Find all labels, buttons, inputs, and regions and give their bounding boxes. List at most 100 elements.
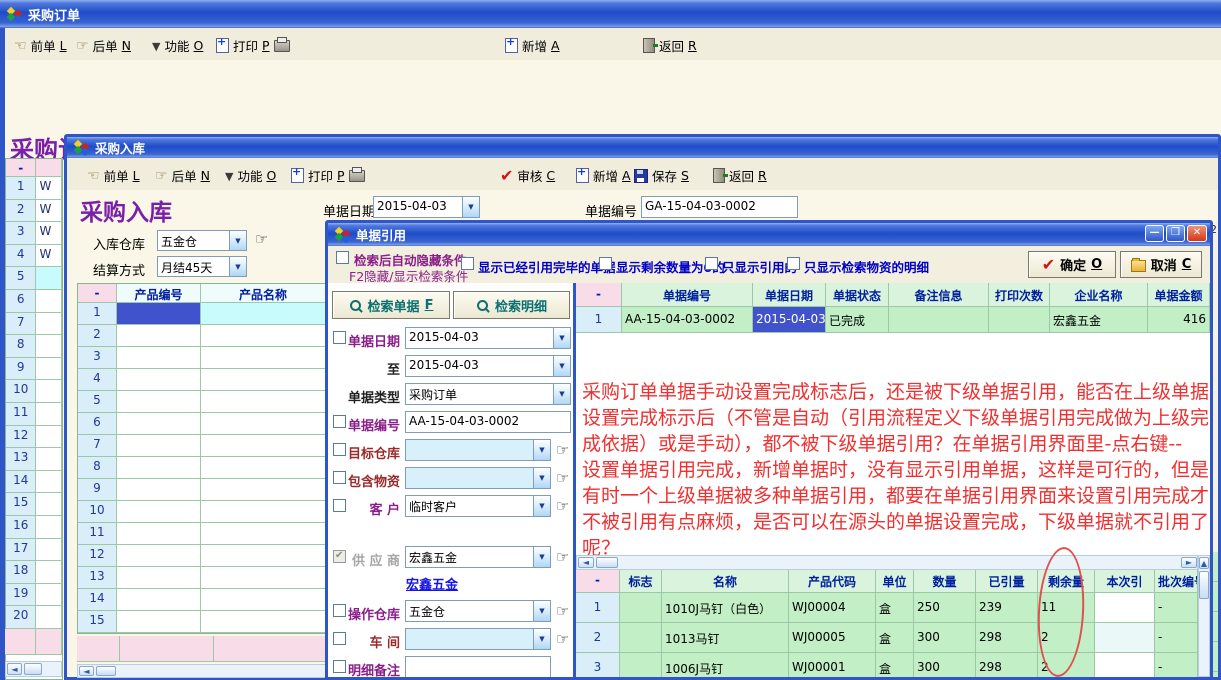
cell[interactable]: - xyxy=(1155,653,1198,677)
point-hand-icon[interactable] xyxy=(255,230,268,248)
scroll-left-button[interactable]: ◄ xyxy=(79,666,94,676)
cell[interactable] xyxy=(36,539,62,562)
prev-doc-button[interactable]: 前单L xyxy=(14,36,67,55)
row-number-cell[interactable]: 15 xyxy=(78,611,117,633)
cell[interactable] xyxy=(36,290,62,313)
row-number-cell[interactable]: 14 xyxy=(6,471,36,494)
scroll-left-button[interactable]: ◄ xyxy=(578,557,594,568)
cell[interactable]: 盒 xyxy=(876,593,914,623)
row-number-cell[interactable]: 3 xyxy=(6,222,36,245)
cell[interactable]: 盒 xyxy=(876,653,914,677)
scroll-left-button[interactable]: ◄ xyxy=(7,663,22,675)
add-button[interactable]: 新增A xyxy=(505,36,560,55)
cell[interactable] xyxy=(201,567,326,589)
filter-select[interactable] xyxy=(405,467,551,489)
si-doc-date-select[interactable]: 2015-04-03 xyxy=(373,196,480,218)
filter-checkbox-5[interactable] xyxy=(333,443,346,456)
po-grid-hscrollbar[interactable]: ◄ xyxy=(5,661,62,677)
cell[interactable] xyxy=(117,479,201,501)
cell[interactable] xyxy=(36,516,62,539)
cell[interactable] xyxy=(36,561,62,584)
row-number-cell[interactable]: 1 xyxy=(78,303,117,325)
si-grid-hscrollbar[interactable]: ◄ xyxy=(77,664,327,678)
row-number-cell[interactable]: 9 xyxy=(78,479,117,501)
cell[interactable]: W xyxy=(36,200,62,223)
scroll-thumb[interactable] xyxy=(24,663,42,675)
row-number-cell[interactable]: 1 xyxy=(6,177,36,200)
cell[interactable]: 239 xyxy=(976,593,1038,623)
cell[interactable] xyxy=(620,593,662,623)
scroll-right-button[interactable]: ► xyxy=(1181,557,1197,568)
dialog-titlebar[interactable]: 单据引用 — ❒ ✕ xyxy=(328,223,1210,246)
cell[interactable] xyxy=(117,523,201,545)
scroll-thumb[interactable] xyxy=(1199,571,1209,599)
row-number-cell[interactable]: 10 xyxy=(6,380,36,403)
cell[interactable]: 300 xyxy=(914,653,976,677)
point-hand-icon[interactable] xyxy=(556,441,569,459)
supplier-link[interactable]: 宏鑫五金 xyxy=(406,574,458,593)
cell[interactable] xyxy=(201,545,326,567)
row-number-cell[interactable]: 2 xyxy=(78,325,117,347)
next-doc-button[interactable]: 后单N xyxy=(155,166,210,185)
prev-doc-button[interactable]: 前单L xyxy=(87,166,140,185)
row-number-cell[interactable]: 12 xyxy=(78,545,117,567)
filter-input[interactable]: AA-15-04-03-0002 xyxy=(405,411,571,433)
filter-checkbox-11[interactable] xyxy=(333,660,346,673)
option-checkbox-only-referenced[interactable] xyxy=(705,257,718,270)
chevron-down-icon[interactable] xyxy=(533,547,550,567)
chevron-down-icon[interactable] xyxy=(533,601,550,621)
cell[interactable] xyxy=(36,448,62,471)
row-number-cell[interactable]: 15 xyxy=(6,493,36,516)
option-checkbox-auto-hide[interactable] xyxy=(336,251,349,264)
cell[interactable] xyxy=(620,623,662,653)
filter-checkbox-6[interactable] xyxy=(333,471,346,484)
row-number-cell[interactable]: 5 xyxy=(6,267,36,290)
add-button[interactable]: 新增A xyxy=(576,166,631,185)
row-number-cell[interactable]: 18 xyxy=(6,561,36,584)
filter-input[interactable] xyxy=(405,656,551,677)
row-number-cell[interactable]: 7 xyxy=(6,313,36,336)
row-number-cell[interactable]: 11 xyxy=(6,403,36,426)
cell[interactable] xyxy=(201,391,326,413)
filter-select[interactable]: 2015-04-03 xyxy=(405,327,571,349)
functions-button[interactable]: 功能O xyxy=(225,166,276,185)
point-hand-icon[interactable] xyxy=(556,630,569,648)
filter-checkbox-8[interactable] xyxy=(333,550,346,563)
chevron-down-icon[interactable] xyxy=(533,468,550,488)
cell[interactable] xyxy=(201,413,326,435)
cell[interactable]: 1006J马钉 xyxy=(662,653,789,677)
filter-checkbox-10[interactable] xyxy=(333,632,346,645)
option-checkbox-only-searched[interactable] xyxy=(787,257,800,270)
row-number-cell[interactable]: 8 xyxy=(6,335,36,358)
ok-button[interactable]: 确定 O xyxy=(1028,251,1116,278)
scroll-thumb[interactable] xyxy=(96,666,116,676)
cell[interactable]: 3 xyxy=(576,653,620,677)
filter-checkbox-9[interactable] xyxy=(333,604,346,617)
cancel-button[interactable]: 取消 C xyxy=(1120,251,1202,278)
row-number-cell[interactable]: 17 xyxy=(6,539,36,562)
cell[interactable]: 416 xyxy=(1148,307,1210,333)
cell[interactable] xyxy=(201,457,326,479)
cell[interactable]: 1 xyxy=(576,593,620,623)
row-number-cell[interactable]: 20 xyxy=(6,606,36,629)
cell[interactable] xyxy=(36,358,62,381)
po-titlebar[interactable]: 采购订单 xyxy=(0,0,1221,28)
maximize-button[interactable]: ❒ xyxy=(1166,225,1185,242)
cell[interactable] xyxy=(620,653,662,677)
row-number-cell[interactable]: 8 xyxy=(78,457,117,479)
cell[interactable]: 盒 xyxy=(876,623,914,653)
row-number-cell[interactable]: 4 xyxy=(6,245,36,268)
search-details-button[interactable]: 检索明细 xyxy=(453,291,570,319)
back-button[interactable]: 返回R xyxy=(713,166,767,185)
cell[interactable] xyxy=(117,501,201,523)
filter-checkbox-1[interactable] xyxy=(333,331,346,344)
cell[interactable] xyxy=(201,589,326,611)
detail-hscrollbar[interactable]: ◄ ► xyxy=(576,555,1198,570)
cell[interactable] xyxy=(201,303,326,325)
row-number-cell[interactable]: 12 xyxy=(6,426,36,449)
functions-button[interactable]: 功能O xyxy=(152,36,203,55)
cell[interactable] xyxy=(1095,653,1155,677)
cell[interactable] xyxy=(36,584,62,607)
row-number-cell[interactable]: 6 xyxy=(6,290,36,313)
filter-select[interactable]: 宏鑫五金 xyxy=(405,546,551,568)
